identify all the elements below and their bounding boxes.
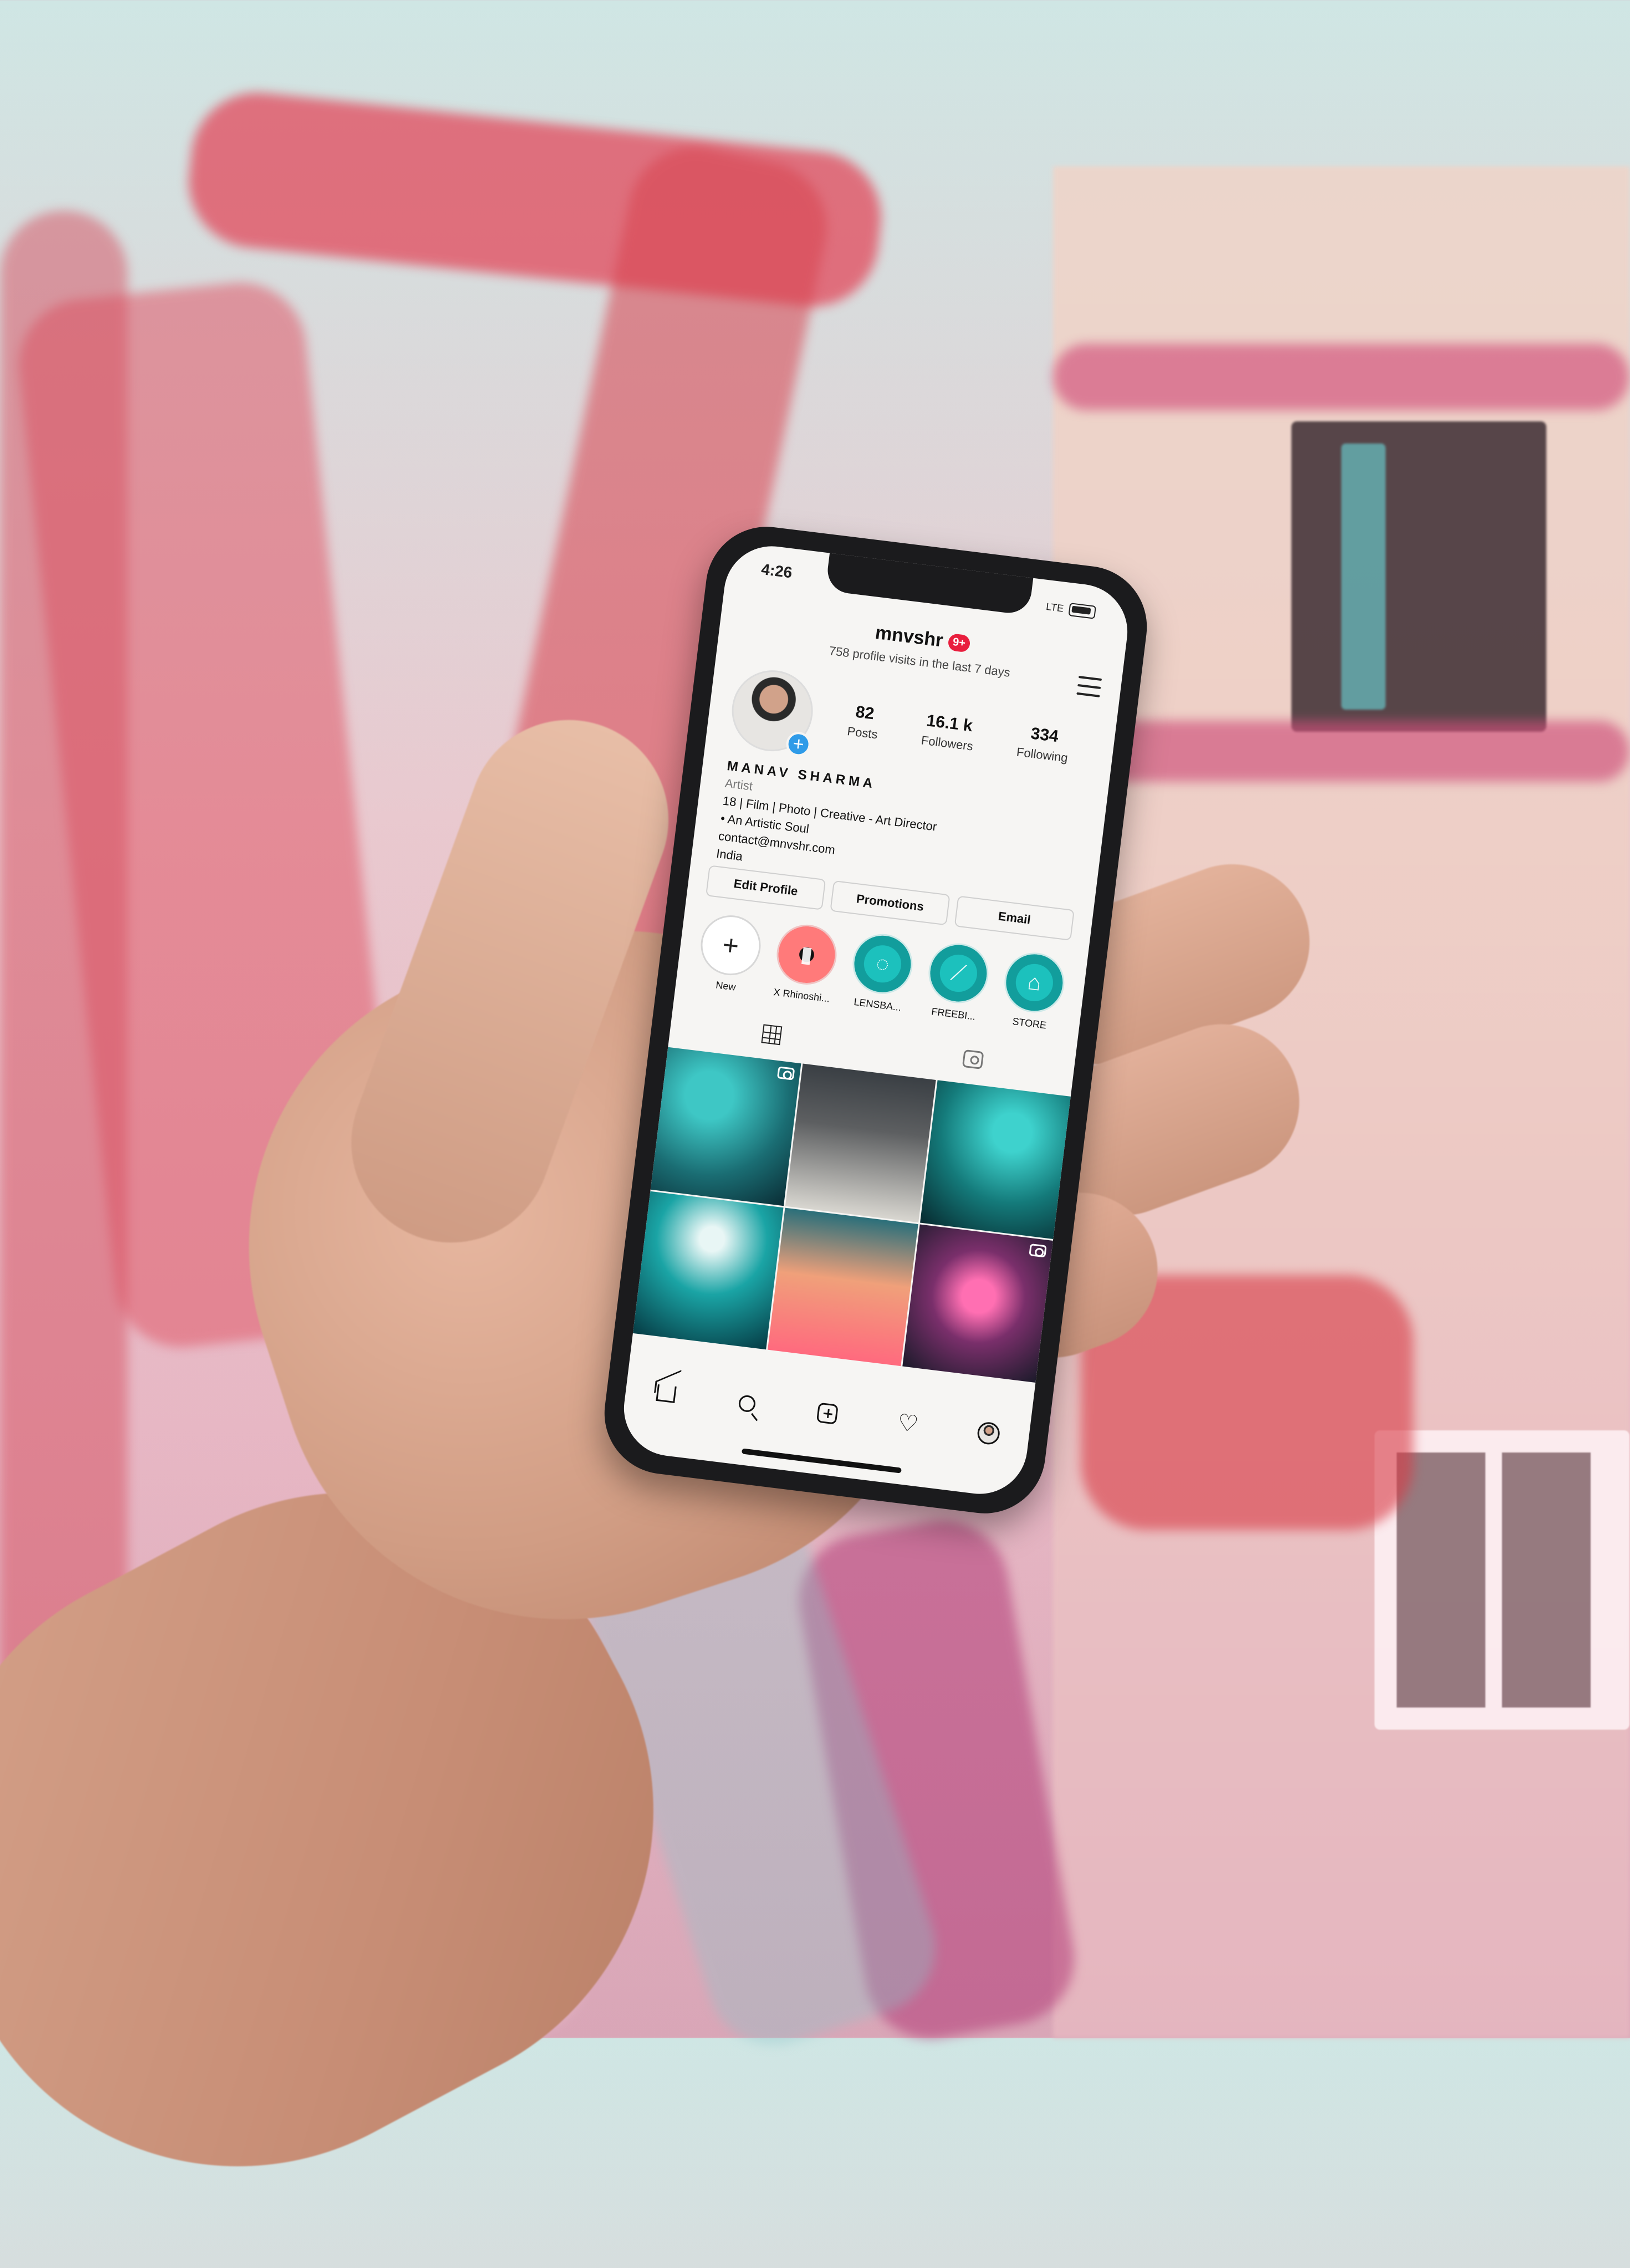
highlight-x-rhinoshield[interactable]: ▮ X Rhinoshi... [768,921,844,1006]
post-thumbnail[interactable] [785,1063,936,1222]
stat-label: Posts [846,723,878,742]
stat-value: 16.1 k [925,711,974,736]
camera-icon [1029,1243,1047,1257]
highlight-lensba[interactable]: ◌ LENSBA... [844,930,919,1015]
highlight-label: New [715,979,737,993]
grid-icon [761,1024,783,1046]
stat-label: Following [1015,745,1069,765]
notification-badge[interactable]: 9+ [947,633,971,653]
stat-value: 82 [854,702,876,723]
post-thumbnail[interactable] [768,1207,918,1367]
basket-icon: ⌂ [1026,969,1043,996]
lens-icon: ◌ [875,950,891,977]
highlight-label: STORE [1011,1016,1048,1031]
tagged-icon [962,1049,984,1070]
phone-notch [825,552,1034,616]
stat-following[interactable]: 334 Following [1016,723,1071,766]
highlight-freebi[interactable]: ⟋ FREEBI... [919,940,995,1025]
highlight-cover: ⟋ [925,940,992,1007]
grid-tab[interactable] [758,1021,786,1049]
home-icon [656,1384,677,1403]
profile-avatar-icon [976,1421,1001,1446]
status-time: 4:26 [760,560,794,582]
profile-stats: 82 Posts 16.1 k Followers 334 Following [825,699,1093,768]
post-thumbnail[interactable] [650,1047,801,1206]
posts-grid [632,1047,1071,1383]
building-window [1374,1430,1629,1730]
heart-icon: ♡ [896,1409,920,1438]
building-window [1291,421,1546,732]
stat-followers[interactable]: 16.1 k Followers [921,711,977,754]
plus-icon: + [721,929,741,962]
highlight-cover: ◌ [849,930,916,997]
home-tab[interactable] [649,1377,683,1411]
highlight-cover: ⌂ [1001,949,1068,1016]
username[interactable]: mnvshr [874,621,944,651]
stat-label: Followers [920,733,974,753]
multiple-icon [776,1066,795,1081]
add-story-icon[interactable]: + [785,730,813,758]
search-icon [737,1394,757,1413]
create-tab[interactable] [810,1396,845,1430]
stat-posts[interactable]: 82 Posts [846,702,881,742]
search-tab[interactable] [729,1387,764,1421]
highlight-new[interactable]: + New [692,911,768,996]
add-post-icon [816,1402,839,1425]
bottom-navigation: ♡ [623,1364,1032,1463]
profile-tab[interactable] [971,1416,1005,1450]
highlight-label: FREEBI... [931,1006,977,1022]
post-thumbnail[interactable] [920,1080,1071,1239]
highlight-label: X Rhinoshi... [773,986,831,1005]
highlight-label: LENSBA... [853,996,902,1013]
graffiti-blob [1053,344,1629,410]
new-highlight-icon: + [697,911,764,979]
network-label: LTE [1045,600,1065,614]
avatar[interactable]: + [727,665,817,758]
slash-icon: ⟋ [949,960,968,986]
highlight-store[interactable]: ⌂ STORE [995,949,1071,1033]
tagged-tab[interactable] [959,1045,987,1073]
highlight-cover: ▮ [773,921,840,988]
status-indicators: LTE [1045,600,1097,619]
activity-tab[interactable]: ♡ [891,1406,925,1440]
post-thumbnail[interactable] [902,1224,1053,1383]
battery-icon [1068,603,1097,619]
phone-screen: 4:26 LTE mnvshr 9+ 758 profile visits in… [619,541,1133,1500]
stat-value: 334 [1029,724,1060,746]
post-thumbnail[interactable] [632,1191,784,1350]
graffiti-blob [1053,721,1629,782]
home-indicator[interactable] [741,1448,902,1474]
phone-icon: ▮ [799,941,815,968]
